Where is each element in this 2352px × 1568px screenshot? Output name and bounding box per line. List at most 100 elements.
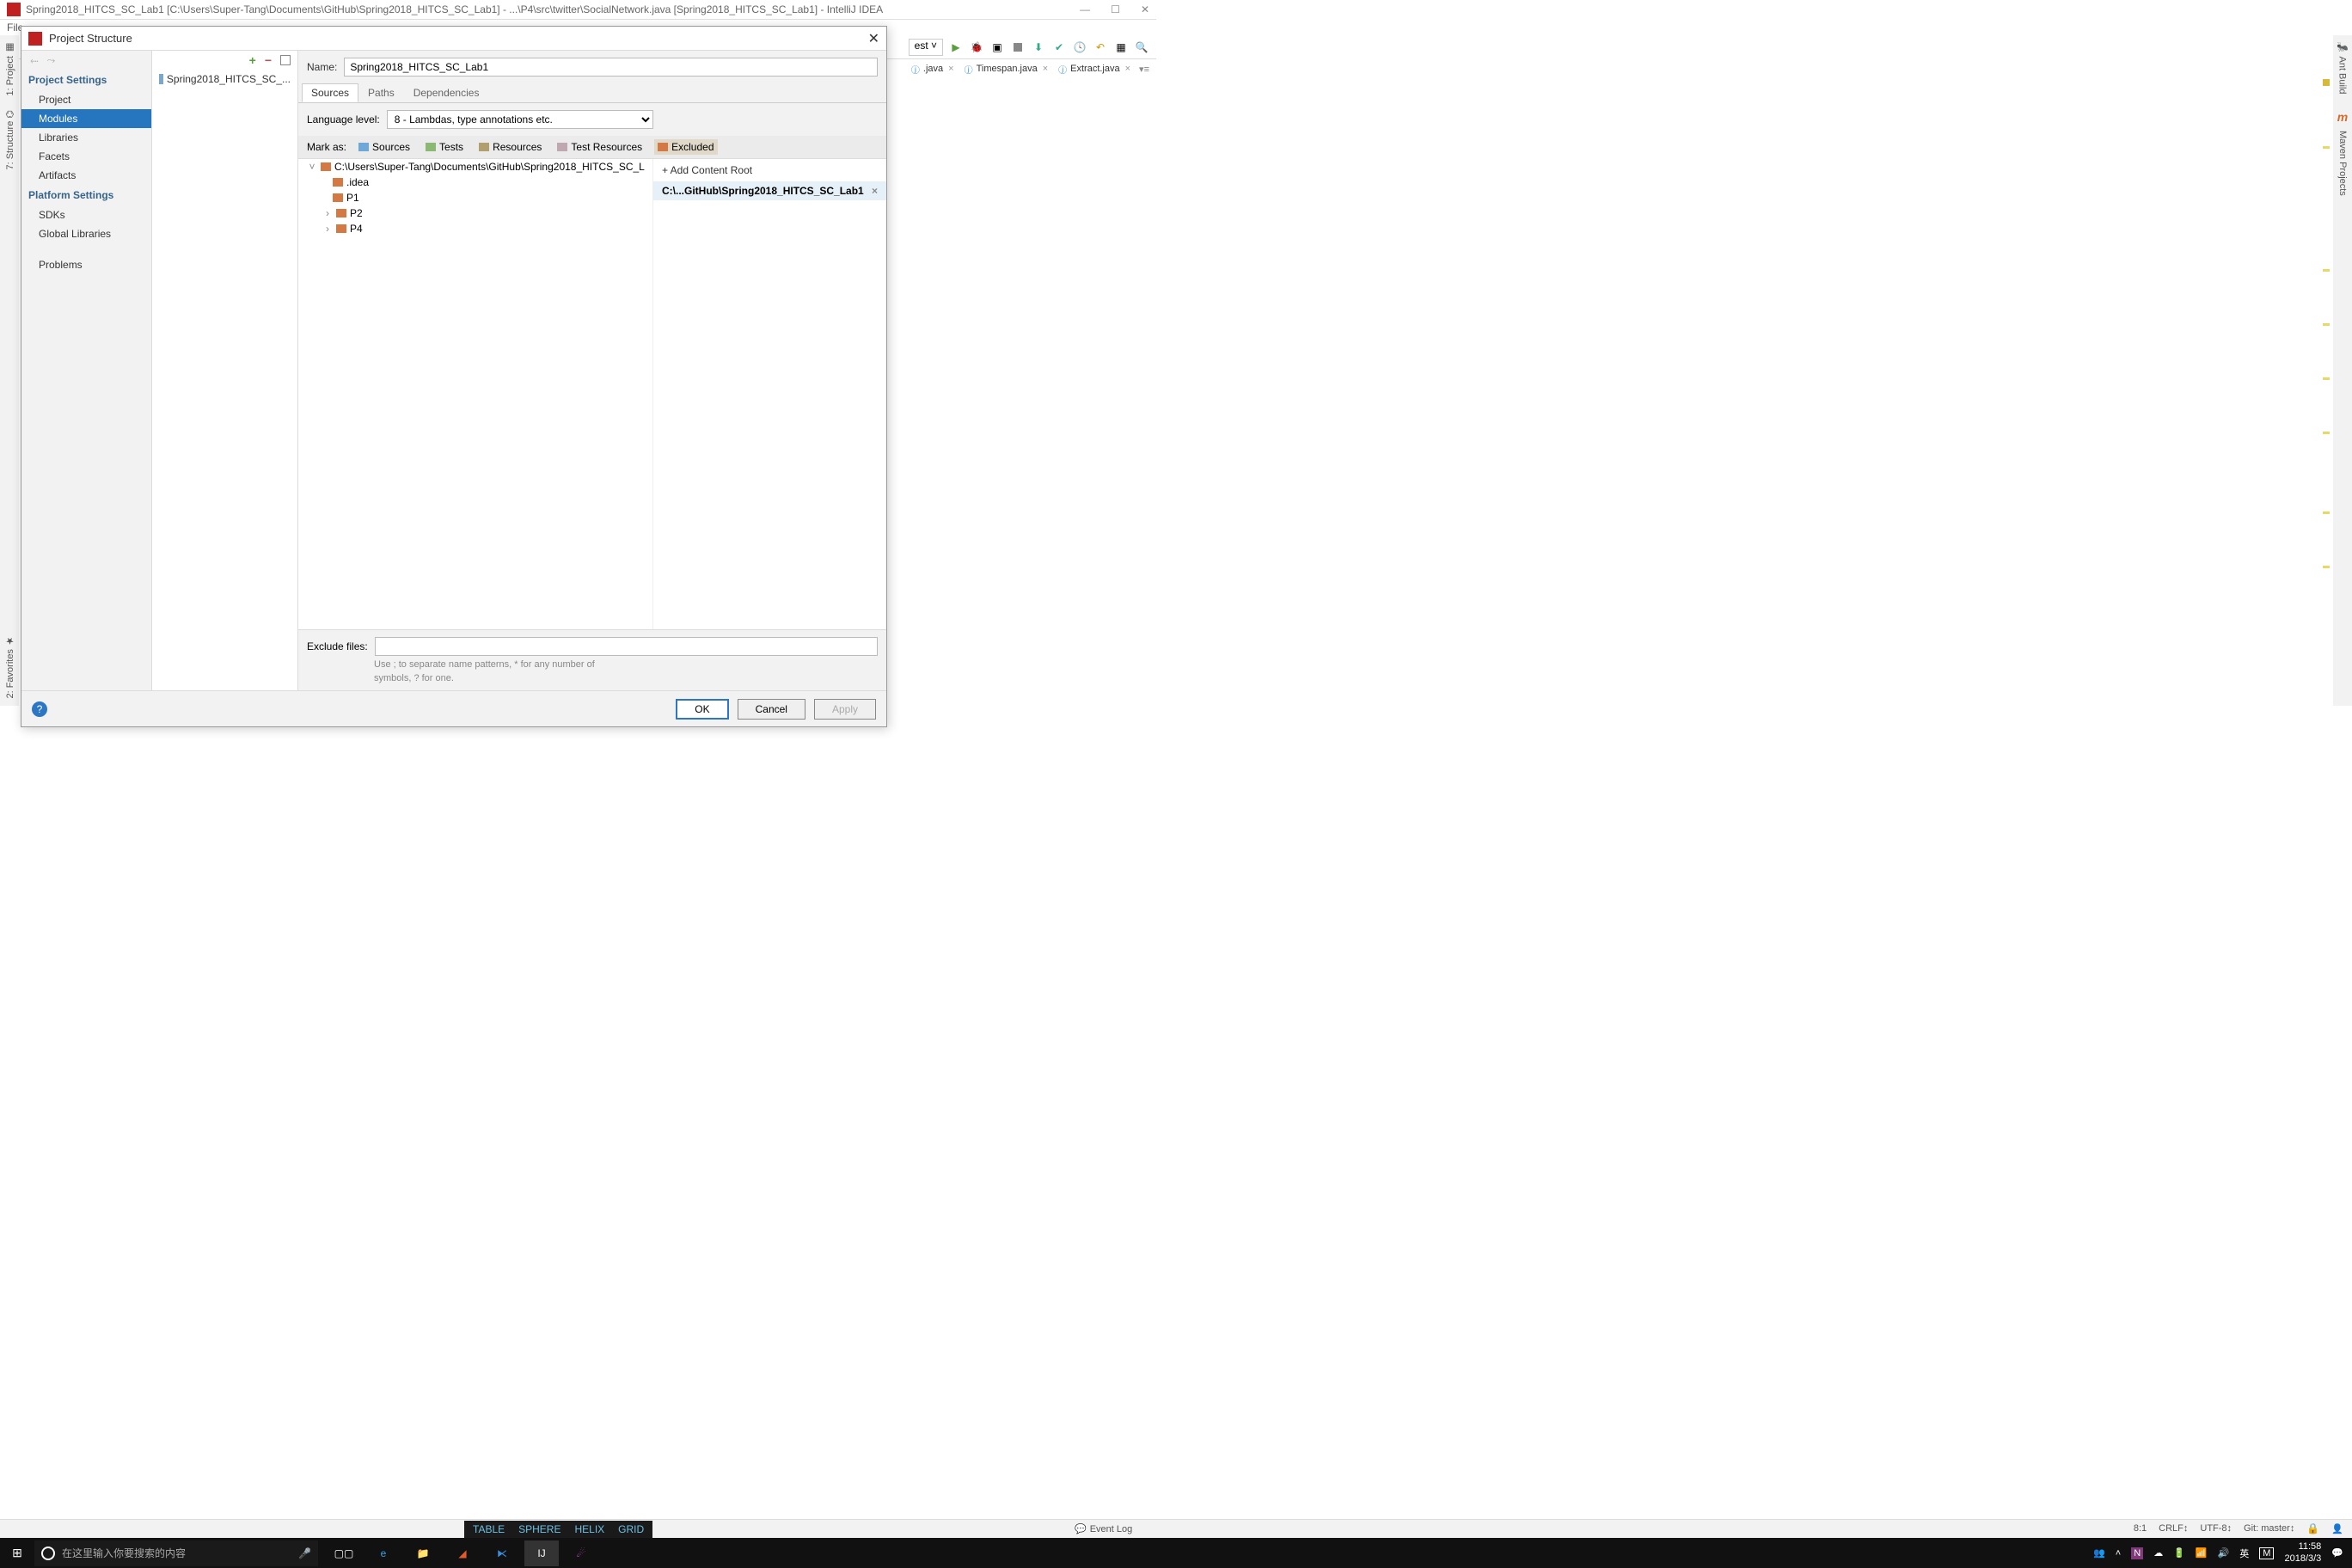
explorer-icon[interactable]: 📁 bbox=[406, 1540, 440, 1566]
search-everywhere-icon[interactable]: 🔍 bbox=[1134, 40, 1149, 55]
tree-p4[interactable]: ›P4 bbox=[298, 221, 652, 236]
hector-icon[interactable]: 👤 bbox=[2331, 1523, 2343, 1534]
add-content-root-button[interactable]: + Add Content Root bbox=[653, 159, 886, 181]
label-helix[interactable]: HELIX bbox=[574, 1523, 604, 1535]
cancel-button[interactable]: Cancel bbox=[738, 699, 805, 720]
close-button[interactable]: ✕ bbox=[1141, 3, 1149, 15]
ok-button[interactable]: OK bbox=[676, 699, 728, 720]
close-tab-icon[interactable]: × bbox=[1125, 64, 1130, 74]
dialog-close-button[interactable]: ✕ bbox=[868, 30, 879, 47]
vcs-revert-icon[interactable]: ↶ bbox=[1093, 40, 1108, 55]
tab-file-1[interactable]: ⓙ.java× bbox=[906, 63, 959, 76]
collapse-icon[interactable]: ˅ bbox=[307, 161, 317, 173]
expand-icon[interactable]: › bbox=[322, 207, 333, 219]
event-log-button[interactable]: 💬 Event Log bbox=[1075, 1523, 1132, 1534]
toolwin-maven[interactable]: Maven Projects bbox=[2336, 124, 2349, 203]
tab-paths[interactable]: Paths bbox=[358, 83, 404, 102]
git-branch[interactable]: Git: master↕ bbox=[2244, 1523, 2294, 1534]
run-icon[interactable]: ▶ bbox=[948, 40, 964, 55]
nav-artifacts[interactable]: Artifacts bbox=[21, 166, 151, 185]
content-root-tree[interactable]: ˅C:\Users\Super-Tang\Documents\GitHub\Sp… bbox=[298, 159, 652, 629]
toolwin-favorites[interactable]: 2: Favorites ★ bbox=[3, 628, 17, 706]
minimize-button[interactable]: — bbox=[1080, 3, 1090, 15]
volume-icon[interactable]: 🔊 bbox=[2218, 1547, 2230, 1559]
tab-dependencies[interactable]: Dependencies bbox=[404, 83, 489, 102]
action-center-icon[interactable]: 💬 bbox=[2331, 1547, 2343, 1559]
close-tab-icon[interactable]: × bbox=[1043, 64, 1048, 74]
caret-position[interactable]: 8:1 bbox=[2134, 1523, 2147, 1534]
tree-root[interactable]: ˅C:\Users\Super-Tang\Documents\GitHub\Sp… bbox=[298, 159, 652, 175]
module-name-input[interactable] bbox=[344, 58, 878, 77]
nav-libraries[interactable]: Libraries bbox=[21, 128, 151, 147]
nav-problems[interactable]: Problems bbox=[21, 255, 151, 274]
task-view-icon[interactable]: ▢▢ bbox=[327, 1540, 361, 1566]
toolwin-project[interactable]: 1: Project ▦ bbox=[3, 35, 17, 103]
remove-root-icon[interactable]: × bbox=[872, 185, 878, 197]
app-icon[interactable]: ☄ bbox=[564, 1540, 598, 1566]
stop-icon[interactable] bbox=[1010, 40, 1026, 55]
cortana-search[interactable]: 在这里输入你要搜索的内容 🎤 bbox=[34, 1540, 318, 1566]
edge-icon[interactable]: e bbox=[366, 1540, 401, 1566]
debug-icon[interactable]: 🐞 bbox=[969, 40, 984, 55]
ime-indicator[interactable]: 英 bbox=[2239, 1547, 2249, 1560]
line-separator[interactable]: CRLF↕ bbox=[2159, 1523, 2188, 1534]
onenote-tray-icon[interactable]: N bbox=[2131, 1547, 2143, 1559]
nav-forward-icon[interactable]: ⤳ bbox=[47, 54, 56, 67]
exclude-files-input[interactable] bbox=[375, 637, 878, 656]
label-sphere[interactable]: SPHERE bbox=[518, 1523, 560, 1535]
expand-icon[interactable]: › bbox=[322, 223, 333, 235]
nav-facets[interactable]: Facets bbox=[21, 147, 151, 166]
ime-mode[interactable]: M bbox=[2259, 1547, 2274, 1559]
vscode-icon[interactable]: ⧔ bbox=[485, 1540, 519, 1566]
onedrive-icon[interactable]: ☁ bbox=[2153, 1547, 2163, 1559]
people-icon[interactable]: 👥 bbox=[2093, 1547, 2105, 1559]
language-level-select[interactable]: 8 - Lambdas, type annotations etc. bbox=[387, 110, 653, 129]
mark-resources[interactable]: Resources bbox=[475, 139, 545, 155]
vcs-history-icon[interactable]: 🕓 bbox=[1072, 40, 1087, 55]
tree-p2[interactable]: ›P2 bbox=[298, 205, 652, 221]
clock[interactable]: 11:58 2018/3/3 bbox=[2284, 1541, 2321, 1564]
run-config-dropdown[interactable]: est ˅ bbox=[909, 39, 943, 56]
mark-tests[interactable]: Tests bbox=[422, 139, 467, 155]
tab-file-extract[interactable]: ⓙExtract.java× bbox=[1053, 63, 1136, 76]
mark-sources[interactable]: Sources bbox=[355, 139, 413, 155]
start-button[interactable]: ⊞ bbox=[0, 1546, 34, 1560]
project-structure-icon[interactable]: ▦ bbox=[1113, 40, 1129, 55]
apply-button[interactable]: Apply bbox=[814, 699, 876, 720]
copy-module-button[interactable] bbox=[280, 55, 291, 65]
tree-idea[interactable]: .idea bbox=[298, 175, 652, 190]
wifi-icon[interactable]: 📶 bbox=[2196, 1547, 2208, 1559]
content-root-item[interactable]: C:\...GitHub\Spring2018_HITCS_SC_Lab1 × bbox=[653, 181, 886, 200]
nav-project[interactable]: Project bbox=[21, 90, 151, 109]
add-module-button[interactable]: + bbox=[249, 53, 256, 67]
close-tab-icon[interactable]: × bbox=[948, 64, 953, 74]
maximize-button[interactable]: ☐ bbox=[1111, 3, 1120, 15]
nav-sdks[interactable]: SDKs bbox=[21, 205, 151, 224]
matlab-icon[interactable]: ◢ bbox=[445, 1540, 480, 1566]
file-encoding[interactable]: UTF-8↕ bbox=[2200, 1523, 2232, 1534]
vcs-commit-icon[interactable]: ✔ bbox=[1051, 40, 1067, 55]
tab-file-timespan[interactable]: ⓙTimespan.java× bbox=[959, 63, 1054, 76]
label-grid[interactable]: GRID bbox=[618, 1523, 644, 1535]
tray-chevron-icon[interactable]: ˄ bbox=[2116, 1548, 2121, 1559]
nav-global-libs[interactable]: Global Libraries bbox=[21, 224, 151, 243]
nav-back-icon[interactable]: ⬸ bbox=[30, 54, 39, 67]
mark-excluded[interactable]: Excluded bbox=[654, 139, 717, 155]
module-item[interactable]: Spring2018_HITCS_SC_... bbox=[152, 70, 297, 89]
tab-overflow-icon[interactable]: ▾≡ bbox=[1139, 64, 1149, 75]
readonly-lock-icon[interactable]: 🔒 bbox=[2306, 1522, 2319, 1534]
tree-p1[interactable]: P1 bbox=[298, 190, 652, 205]
nav-modules[interactable]: Modules bbox=[21, 109, 151, 128]
toolwin-ant[interactable]: 🐜 Ant Build bbox=[2336, 35, 2350, 101]
toolwin-structure[interactable]: 7: Structure ⌬ bbox=[3, 103, 17, 177]
vcs-update-icon[interactable]: ⬇ bbox=[1031, 40, 1046, 55]
mic-icon[interactable]: 🎤 bbox=[298, 1547, 311, 1559]
tab-sources[interactable]: Sources bbox=[302, 83, 358, 102]
battery-icon[interactable]: 🔋 bbox=[2173, 1547, 2185, 1559]
coverage-icon[interactable]: ▣ bbox=[989, 40, 1005, 55]
intellij-taskbar-icon[interactable]: IJ bbox=[524, 1540, 559, 1566]
remove-module-button[interactable]: − bbox=[265, 53, 272, 67]
help-button[interactable]: ? bbox=[32, 701, 47, 717]
mark-test-resources[interactable]: Test Resources bbox=[554, 139, 646, 155]
label-table[interactable]: TABLE bbox=[473, 1523, 505, 1535]
